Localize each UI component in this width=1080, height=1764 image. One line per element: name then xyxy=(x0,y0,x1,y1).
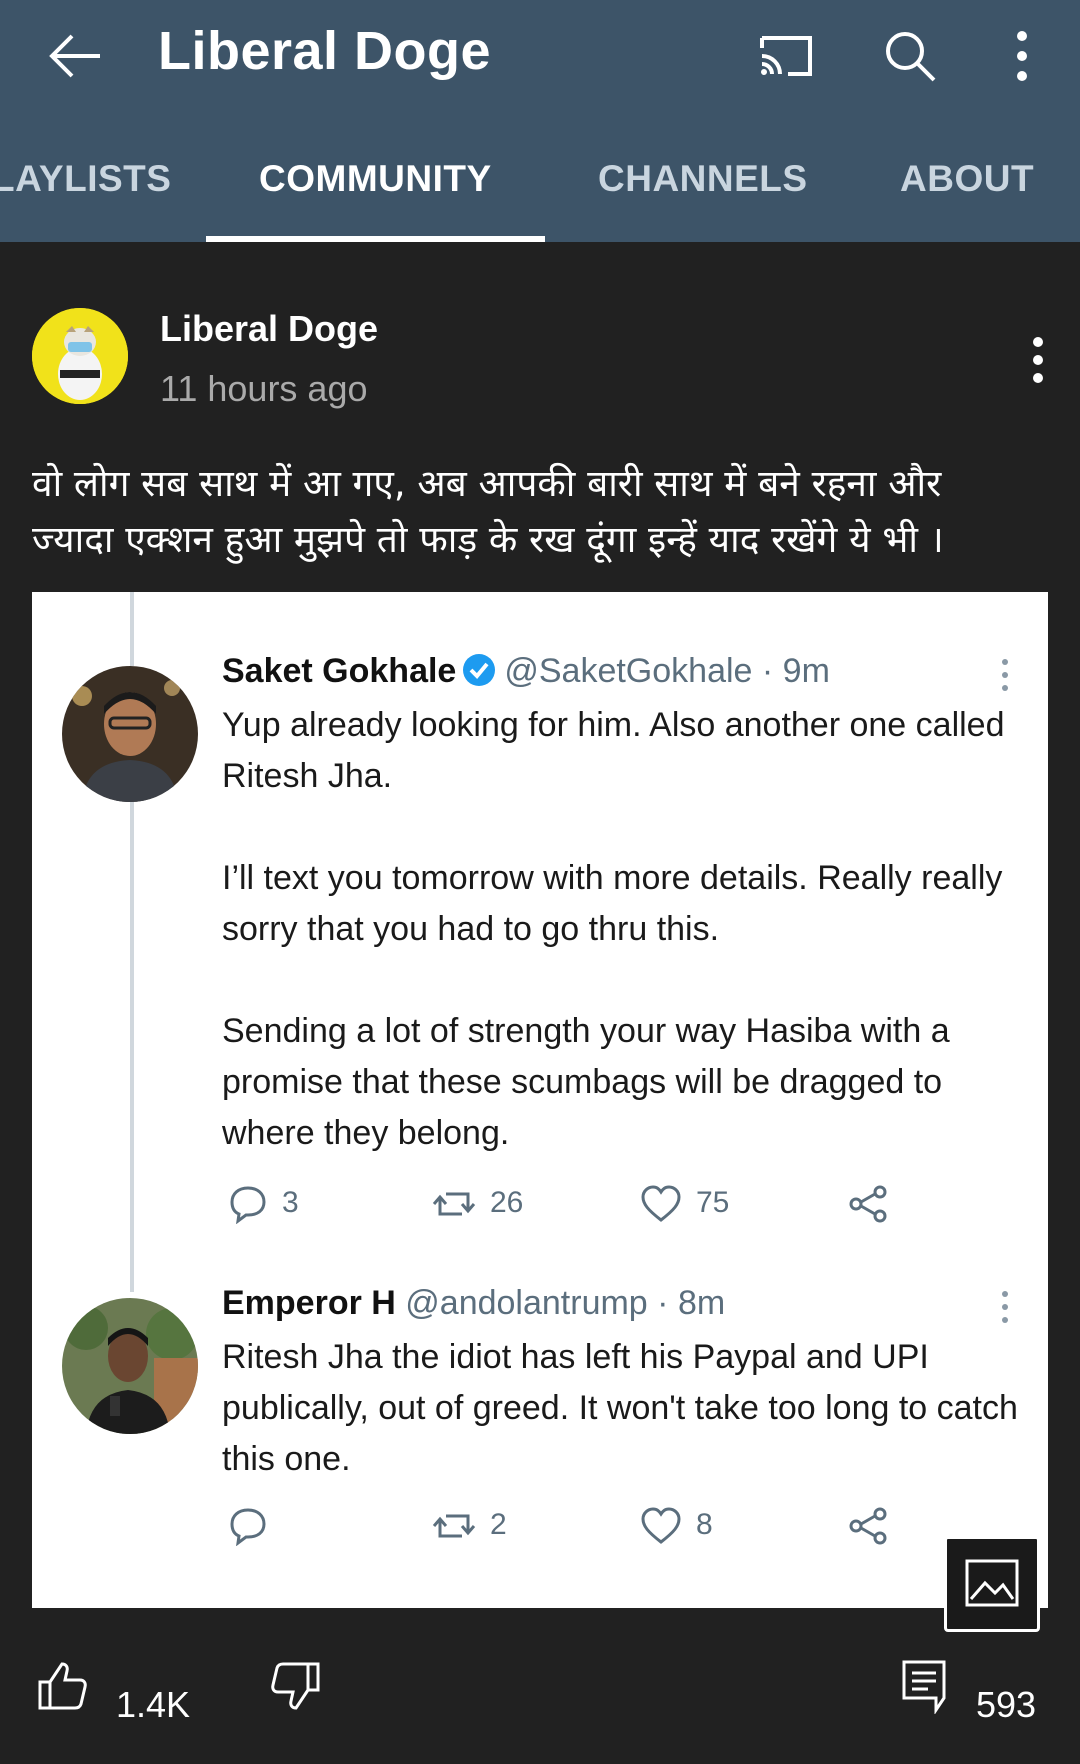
tab-community[interactable]: COMMUNITY xyxy=(259,158,492,200)
verified-badge-icon xyxy=(462,653,496,687)
tweet-like: 8 xyxy=(640,1506,713,1546)
tweet-paragraph: Ritesh Jha the idiot has left his Paypal… xyxy=(222,1338,1018,1478)
tweet-author-name: Emperor H xyxy=(222,1284,396,1322)
cast-icon[interactable] xyxy=(756,26,816,86)
post-text: वो लोग सब साथ में आ गए, अब आपकी बारी साथ… xyxy=(32,456,1052,568)
dislike-button[interactable] xyxy=(268,1658,324,1719)
app-bar: Liberal Doge LAYLISTS COMMUNITY CHANNELS… xyxy=(0,0,1080,242)
tweet-text: Ritesh Jha the idiot has left his Paypal… xyxy=(222,1332,1022,1485)
tweet-paragraph: I’ll text you tomorrow with more details… xyxy=(222,859,1003,948)
channel-avatar[interactable] xyxy=(32,308,128,404)
tweet-text: Yup already looking for him. Also anothe… xyxy=(222,700,1022,1159)
channel-tabs: LAYLISTS COMMUNITY CHANNELS ABOUT xyxy=(0,140,1080,242)
thumb-up-icon xyxy=(38,1662,87,1710)
tweet-more-icon xyxy=(998,656,1012,696)
thread-line xyxy=(130,592,134,666)
tweet-header: Saket Gokhale @SaketGokhale · 9m xyxy=(222,652,830,691)
tweet-like: 75 xyxy=(640,1184,729,1224)
comment-icon xyxy=(902,1660,946,1715)
comments-button[interactable] xyxy=(900,1658,948,1719)
tweet-reply: 3 xyxy=(228,1184,299,1225)
active-tab-indicator xyxy=(206,236,545,242)
back-arrow-icon[interactable] xyxy=(44,24,108,88)
tweet-share xyxy=(846,1506,904,1546)
tweet-paragraph: Yup already looking for him. Also anothe… xyxy=(222,706,1005,795)
tweet-paragraph: Sending a lot of strength your way Hasib… xyxy=(222,1012,950,1152)
retweet-count: 26 xyxy=(490,1185,524,1219)
tweet-retweet: 26 xyxy=(432,1184,523,1224)
share-icon xyxy=(849,1185,887,1223)
post-author[interactable]: Liberal Doge xyxy=(160,308,378,350)
tweet-time: · 8m xyxy=(657,1284,726,1322)
reply-icon xyxy=(230,1508,266,1547)
tweet-author-handle: @SaketGokhale xyxy=(504,652,753,690)
like-button[interactable] xyxy=(34,1658,90,1719)
image-expand-icon[interactable] xyxy=(944,1536,1040,1632)
tweet-more-icon xyxy=(998,1288,1012,1328)
tweet-avatar xyxy=(62,666,198,802)
like-count: 1.4K xyxy=(116,1684,191,1725)
tweet-retweet: 2 xyxy=(432,1506,507,1546)
reply-count: 3 xyxy=(282,1185,299,1219)
post-more-icon[interactable] xyxy=(1018,332,1058,392)
tab-about[interactable]: ABOUT xyxy=(900,158,1034,200)
thumb-down-icon xyxy=(271,1662,320,1710)
tweet-author-name: Saket Gokhale xyxy=(222,652,457,690)
like-count: 75 xyxy=(696,1185,730,1219)
tweet-avatar xyxy=(62,1298,198,1434)
cropped-actions-row xyxy=(222,592,862,600)
more-vert-icon[interactable] xyxy=(1000,26,1060,86)
post-actions: 1.4K 593 xyxy=(0,1640,1080,1750)
like-count: 8 xyxy=(696,1507,713,1541)
tab-channels[interactable]: CHANNELS xyxy=(598,158,808,200)
retweet-icon xyxy=(432,1514,476,1538)
comment-count: 593 xyxy=(976,1684,1037,1725)
tweet-share xyxy=(846,1184,904,1224)
search-icon[interactable] xyxy=(880,26,940,86)
post-header: Liberal Doge 11 hours ago xyxy=(0,296,1080,416)
heart-icon xyxy=(641,1507,681,1544)
tab-playlists[interactable]: LAYLISTS xyxy=(0,158,171,200)
tweet-time: · 9m xyxy=(761,652,830,690)
heart-icon xyxy=(641,1185,681,1222)
reply-icon xyxy=(230,1186,266,1225)
post-text-line: ज्यादा एक्शन हुआ मुझपे तो फाड़ के रख दूं… xyxy=(32,518,944,561)
post-image[interactable]: Saket Gokhale @SaketGokhale · 9m Yup alre… xyxy=(32,592,1048,1608)
post-timestamp: 11 hours ago xyxy=(160,368,368,409)
retweet-icon xyxy=(432,1192,476,1216)
tweet-author-handle: @andolantrump xyxy=(405,1284,648,1322)
tweet-header: Emperor H @andolantrump · 8m xyxy=(222,1284,725,1323)
share-icon xyxy=(849,1507,887,1545)
thread-line xyxy=(130,802,134,1292)
retweet-count: 2 xyxy=(490,1507,507,1541)
post-text-line: वो लोग सब साथ में आ गए, अब आपकी बारी साथ… xyxy=(32,462,942,505)
tweet-reply xyxy=(228,1506,282,1547)
channel-title: Liberal Doge xyxy=(158,21,492,81)
